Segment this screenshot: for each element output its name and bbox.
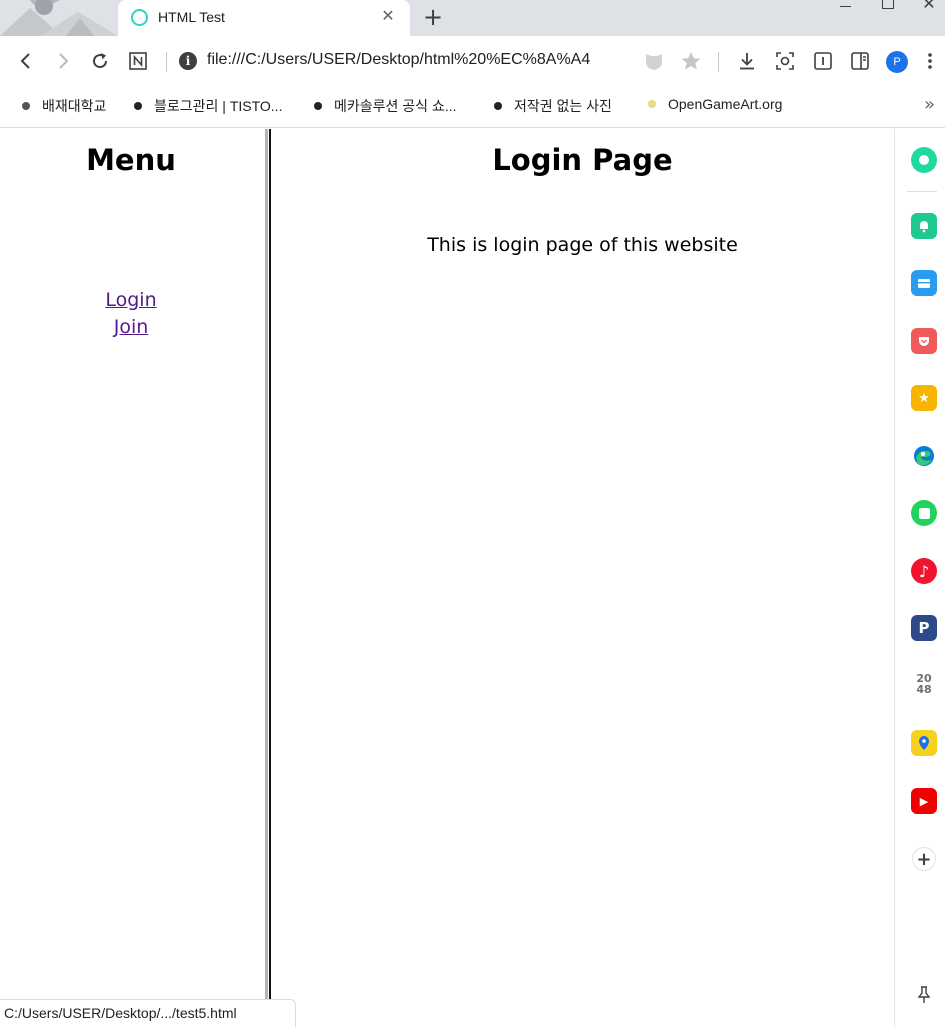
bookmark-item[interactable]: 블로그관리 | TISTO... — [134, 96, 282, 116]
bookmark-dot-icon — [22, 102, 30, 110]
content-frame: Login Page This is login page of this we… — [271, 129, 894, 1027]
forward-button[interactable] — [50, 48, 76, 74]
back-arrow-icon — [20, 53, 30, 69]
papago-p-icon[interactable]: P — [911, 615, 937, 641]
map-pin-icon[interactable] — [911, 730, 937, 756]
tab-strip: HTML Test ✕ + ✕ — [0, 0, 945, 36]
bookmark-star-button[interactable] — [678, 48, 704, 74]
bookmark-item[interactable]: 메카솔루션 공식 쇼... — [314, 96, 457, 116]
green-circle-app-icon[interactable] — [911, 147, 937, 173]
reader-icon — [814, 52, 832, 70]
green-square-app-icon[interactable] — [911, 500, 937, 526]
side-panel-toggle-button[interactable] — [847, 48, 873, 74]
more-vertical-icon — [928, 53, 932, 69]
page-title: Login Page — [492, 143, 673, 177]
capture-icon — [776, 52, 794, 70]
reader-mode-button[interactable] — [810, 48, 836, 74]
edge-browser-icon[interactable] — [911, 443, 937, 469]
download-icon — [740, 53, 754, 70]
toolbar-divider — [166, 52, 167, 72]
bookmark-dot-icon — [648, 100, 656, 108]
bookmark-item[interactable]: 저작권 없는 사진 — [494, 96, 612, 116]
notification-bell-icon[interactable] — [911, 213, 937, 239]
wallet-icon[interactable] — [911, 270, 937, 296]
bookmark-dot-icon — [494, 102, 502, 110]
reload-icon — [93, 53, 108, 69]
screenshot-button[interactable] — [772, 48, 798, 74]
bookmark-label: OpenGameArt.org — [668, 96, 783, 112]
bookmark-label: 메카솔루션 공식 쇼... — [334, 98, 457, 114]
side-panel-divider — [907, 191, 937, 192]
add-side-panel-app-icon[interactable]: + — [912, 847, 936, 871]
browser-menu-button[interactable] — [917, 48, 943, 74]
site-info-icon[interactable]: i — [179, 52, 197, 70]
naver-extension-button[interactable] — [125, 48, 151, 74]
address-bar-input[interactable]: file:///C:/Users/USER/Desktop/html%20%EC… — [207, 51, 632, 69]
join-link[interactable]: Join — [0, 314, 262, 341]
menu-links: Login Join — [0, 287, 262, 341]
new-tab-button[interactable]: + — [420, 5, 446, 31]
theme-background-art — [0, 0, 118, 36]
active-tab[interactable]: HTML Test ✕ — [118, 0, 410, 36]
forward-arrow-icon — [59, 53, 69, 69]
bookmark-dot-icon — [134, 102, 142, 110]
menu-frame: Menu Login Join — [0, 129, 265, 1027]
tab-close-icon[interactable]: ✕ — [378, 6, 398, 26]
naver-n-icon — [129, 52, 147, 70]
page-description: This is login page of this website — [427, 234, 738, 256]
bookmark-item[interactable]: 배재대학교 — [22, 96, 106, 116]
bookmarks-bar: 배재대학교 블로그관리 | TISTO... 메카솔루션 공식 쇼... 저작권… — [0, 86, 945, 128]
pin-side-panel-icon[interactable] — [911, 982, 937, 1008]
address-fade — [605, 48, 635, 74]
profile-avatar[interactable]: P — [886, 51, 908, 73]
close-window-button[interactable]: ✕ — [914, 0, 944, 14]
tab-title: HTML Test — [158, 9, 225, 25]
side-panel-icon — [851, 52, 869, 70]
pocket-icon[interactable] — [911, 328, 937, 354]
menu-heading: Menu — [86, 143, 176, 177]
game-2048-icon[interactable]: 20 48 — [911, 671, 937, 697]
login-link[interactable]: Login — [0, 287, 262, 314]
reload-button[interactable] — [87, 48, 113, 74]
browser-side-panel: ★ ♪ P 20 48 ▶ + — [894, 129, 945, 1027]
bookmarks-overflow-chevron-icon[interactable]: » — [924, 94, 935, 115]
browser-toolbar: i file:///C:/Users/USER/Desktop/html%20%… — [0, 36, 945, 86]
minimize-window-button[interactable] — [830, 0, 860, 14]
maximize-window-button[interactable] — [872, 0, 902, 14]
bookmark-label: 블로그관리 | TISTO... — [154, 98, 283, 114]
bookmark-dot-icon — [314, 102, 322, 110]
link-status-bubble: C:/Users/USER/Desktop/.../test5.html — [0, 999, 296, 1027]
web-page: Menu Login Join Login Page This is login… — [0, 129, 894, 1027]
toolbar-divider — [718, 52, 719, 72]
star-favorites-icon[interactable]: ★ — [911, 385, 937, 411]
youtube-icon[interactable]: ▶ — [911, 788, 937, 814]
downloads-button[interactable] — [734, 48, 760, 74]
tab-favicon-icon — [131, 9, 148, 26]
bookmark-label: 배재대학교 — [42, 98, 107, 114]
bookmark-label: 저작권 없는 사진 — [514, 98, 612, 114]
music-note-icon[interactable]: ♪ — [911, 558, 937, 584]
shield-extension-button[interactable] — [641, 48, 667, 74]
shield-icon — [646, 54, 662, 70]
back-button[interactable] — [13, 48, 39, 74]
star-icon — [681, 52, 701, 70]
bookmark-item[interactable]: OpenGameArt.org — [648, 96, 782, 112]
